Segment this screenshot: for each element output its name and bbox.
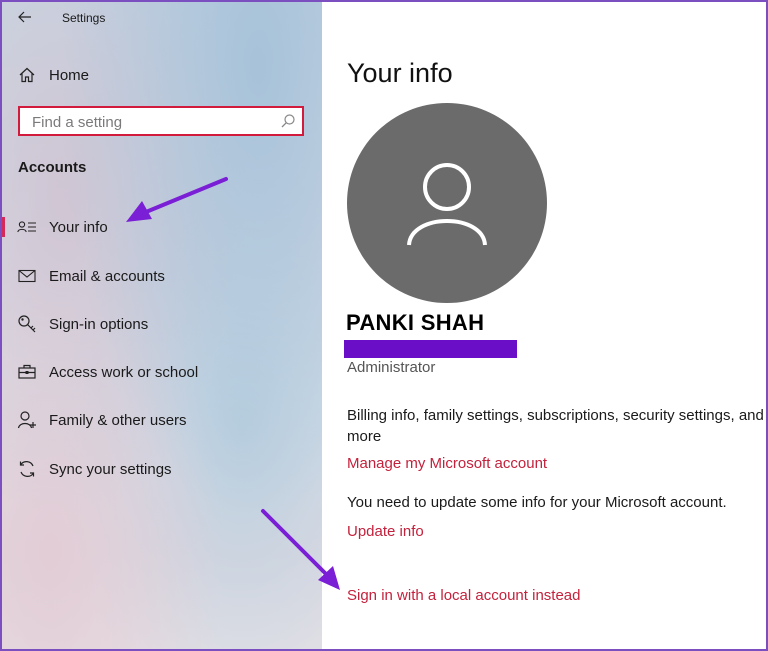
sidebar-item-sync-settings[interactable]: Sync your settings <box>2 451 320 487</box>
sidebar-item-label: Access work or school <box>49 363 199 381</box>
sidebar-item-label: Sign-in options <box>49 315 149 333</box>
sidebar-item-your-info[interactable]: Your info <box>2 209 320 245</box>
manage-account-link[interactable]: Manage my Microsoft account <box>347 455 547 472</box>
sidebar-item-home[interactable]: Home <box>2 57 320 93</box>
sync-icon <box>17 459 37 479</box>
back-arrow-icon <box>18 11 31 23</box>
mail-icon <box>17 266 37 286</box>
window-title: Settings <box>62 11 106 25</box>
key-icon <box>17 314 37 334</box>
user-name: PANKI SHAH <box>346 310 485 335</box>
sidebar: Settings Home Accounts <box>2 2 322 649</box>
sidebar-item-label: Family & other users <box>49 411 187 429</box>
sidebar-item-label: Sync your settings <box>49 460 172 478</box>
section-heading: Accounts <box>18 159 87 176</box>
search-box[interactable] <box>18 106 304 136</box>
person-icon <box>407 163 487 246</box>
avatar <box>347 103 547 303</box>
sidebar-item-sign-in-options[interactable]: Sign-in options <box>2 306 320 342</box>
update-notice: You need to update some info for your Mi… <box>347 494 727 511</box>
sidebar-item-label: Your info <box>49 218 108 236</box>
sidebar-item-label: Email & accounts <box>49 267 165 285</box>
sidebar-item-access-work-school[interactable]: Access work or school <box>2 354 320 390</box>
sidebar-item-family-other-users[interactable]: Family & other users <box>2 402 320 438</box>
home-icon <box>17 65 37 85</box>
search-icon[interactable] <box>280 113 296 129</box>
title-bar: Settings <box>2 2 322 34</box>
update-info-link[interactable]: Update info <box>347 523 424 540</box>
user-role: Administrator <box>347 359 436 376</box>
sidebar-item-label: Home <box>49 66 90 84</box>
back-button[interactable] <box>12 6 38 28</box>
settings-window: Settings Home Accounts <box>0 0 768 651</box>
local-account-link[interactable]: Sign in with a local account instead <box>347 587 580 604</box>
main-content: Your info PANKI SHAH Administrator Billi… <box>322 2 766 649</box>
search-input[interactable] <box>30 111 274 133</box>
selection-indicator <box>2 217 5 237</box>
sidebar-item-email-accounts[interactable]: Email & accounts <box>2 258 320 294</box>
person-add-icon <box>17 410 37 430</box>
page-title: Your info <box>347 58 453 88</box>
person-card-icon <box>17 217 37 237</box>
redaction-bar <box>344 340 517 358</box>
briefcase-icon <box>17 362 37 382</box>
billing-description: Billing info, family settings, subscript… <box>347 407 764 445</box>
